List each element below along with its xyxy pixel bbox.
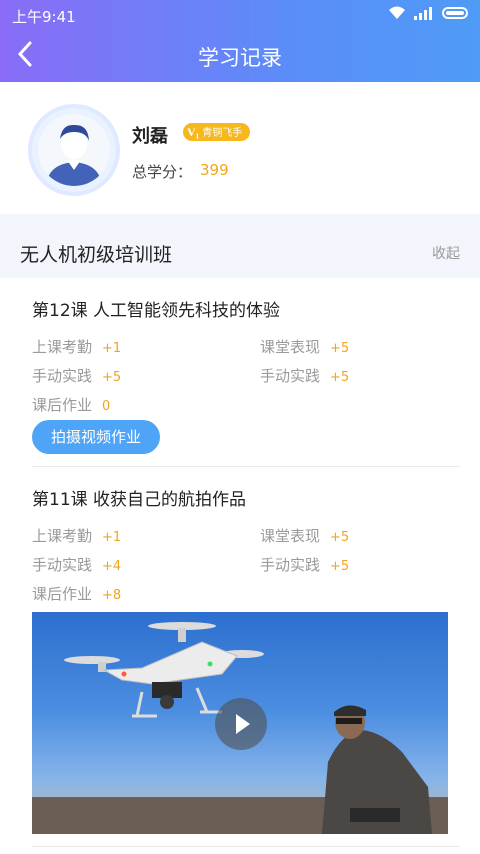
score-row: 手动实践 +5 bbox=[260, 365, 349, 386]
v-icon: V₁ bbox=[187, 125, 200, 139]
user-name: 刘磊 bbox=[132, 126, 168, 147]
score-value: 399 bbox=[200, 161, 229, 179]
score-item-label: 上课考勤 bbox=[32, 527, 93, 545]
score-label: 总学分： bbox=[132, 163, 193, 181]
video-thumbnail[interactable] bbox=[32, 612, 448, 834]
score-item-label: 手动实践 bbox=[32, 367, 93, 385]
wifi-icon bbox=[388, 6, 406, 20]
status-icons bbox=[388, 6, 468, 20]
score-item-value: +1 bbox=[102, 530, 122, 545]
score-item-value: +5 bbox=[330, 530, 350, 545]
badge-label: 青铜飞手 bbox=[202, 128, 243, 139]
score-item-label: 手动实践 bbox=[260, 556, 321, 574]
score-row: 手动实践 +5 bbox=[260, 554, 349, 575]
status-time: 上午9:41 bbox=[12, 8, 76, 26]
signal-icon bbox=[412, 6, 436, 20]
collapse-button[interactable]: 收起 bbox=[432, 243, 460, 263]
score-item-label: 课后作业 bbox=[32, 585, 93, 603]
battery-icon bbox=[442, 7, 468, 19]
shoot-video-homework-button[interactable]: 拍摄视频作业 bbox=[32, 420, 160, 454]
course-title: 无人机初级培训班 bbox=[20, 244, 173, 266]
score-item-value: +5 bbox=[330, 341, 350, 356]
level-badge: V₁ 青铜飞手 bbox=[183, 123, 251, 141]
lesson-title: 第12课 人工智能领先科技的体验 bbox=[32, 301, 281, 321]
score-row: 上课考勤 +1 bbox=[32, 336, 121, 357]
score-item-value: +5 bbox=[330, 370, 350, 385]
score-item-value: +8 bbox=[102, 588, 122, 603]
score-item-label: 课堂表现 bbox=[260, 338, 321, 356]
score-item-label: 手动实践 bbox=[32, 556, 93, 574]
score-row: 课堂表现 +5 bbox=[260, 525, 349, 546]
score-row: 上课考勤 +1 bbox=[32, 525, 121, 546]
divider bbox=[32, 466, 460, 467]
course-header: 无人机初级培训班 收起 bbox=[0, 214, 480, 278]
score-row: 手动实践 +5 bbox=[32, 365, 121, 386]
score-row: 课堂表现 +5 bbox=[260, 336, 349, 357]
score-item-value: +5 bbox=[102, 370, 122, 385]
profile-card: 刘磊 V₁ 青铜飞手 总学分： 399 bbox=[0, 82, 480, 214]
lesson-title: 第11课 收获自己的航拍作品 bbox=[32, 490, 247, 510]
score-row: 手动实践 +4 bbox=[32, 554, 121, 575]
score-item-value: +1 bbox=[102, 341, 122, 356]
score-item-label: 手动实践 bbox=[260, 367, 321, 385]
avatar-frame[interactable] bbox=[28, 104, 120, 196]
play-button[interactable] bbox=[215, 698, 267, 750]
score-item-value: +4 bbox=[102, 559, 122, 574]
avatar bbox=[38, 114, 110, 186]
score-item-label: 上课考勤 bbox=[32, 338, 93, 356]
user-avatar-icon bbox=[46, 124, 102, 186]
status-bar: 上午9:41 bbox=[0, 0, 480, 30]
score-item-label: 课后作业 bbox=[32, 396, 93, 414]
header-bar: 上午9:41 学习记录 bbox=[0, 0, 480, 82]
score-item-label: 课堂表现 bbox=[260, 527, 321, 545]
score-row: 课后作业 0 bbox=[32, 394, 110, 415]
divider bbox=[32, 846, 460, 847]
score-item-value: 0 bbox=[102, 399, 111, 414]
score-item-value: +5 bbox=[330, 559, 350, 574]
person-image bbox=[322, 705, 432, 834]
page-title: 学习记录 bbox=[198, 46, 282, 70]
score-row: 课后作业 +8 bbox=[32, 583, 121, 604]
